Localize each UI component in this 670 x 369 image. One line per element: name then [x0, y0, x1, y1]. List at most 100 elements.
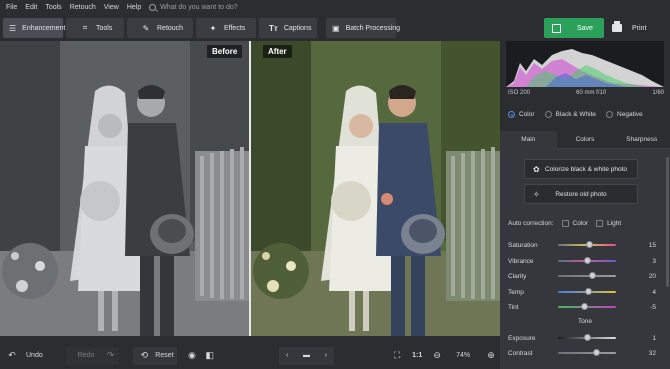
save-button[interactable]: Save	[544, 18, 604, 38]
slider-label: Contrast	[508, 349, 533, 357]
exif-info: ISO 200 60 mm f/10 1/60	[508, 90, 664, 96]
brush-icon: ✎	[142, 23, 150, 33]
tab-label: Enhancement	[22, 24, 66, 32]
printer-icon	[612, 21, 622, 32]
floppy-icon	[552, 23, 561, 33]
mode-black-white[interactable]: Black & White	[544, 111, 596, 118]
auto-correction-row: Auto correction: Color Light	[508, 220, 621, 227]
slider-value: 3	[652, 257, 656, 265]
vibrance-slider[interactable]: Vibrance 3	[508, 256, 662, 266]
clarity-slider[interactable]: Clarity 20	[508, 271, 662, 281]
preview-eye-icon[interactable]: ◉	[183, 347, 201, 365]
slider-track[interactable]	[558, 352, 616, 354]
slider-knob[interactable]	[584, 257, 592, 264]
saturation-slider[interactable]: Saturation 15	[508, 240, 662, 250]
tab-colors[interactable]: Colors	[556, 131, 614, 149]
slider-knob[interactable]	[583, 334, 591, 341]
fit-to-screen-icon[interactable]: ⛶	[388, 347, 406, 365]
zoom-level[interactable]: 74%	[456, 347, 470, 365]
menu-tools[interactable]: Tools	[41, 4, 65, 11]
color-mode-group: Color Black & White Negative	[508, 111, 653, 118]
command-search[interactable]: What do you want to do?	[149, 3, 238, 11]
slider-knob[interactable]	[593, 349, 601, 356]
slider-value: 1	[652, 334, 656, 342]
file-navigator: ‹ ▬ ›	[278, 346, 335, 365]
search-icon	[149, 3, 157, 11]
auto-color-checkbox[interactable]	[561, 220, 569, 227]
redo-label: Redo	[77, 352, 95, 359]
photo-canvas[interactable]: Before After	[0, 41, 500, 336]
colorize-button[interactable]: ✿ Colorize black & white photo	[524, 159, 638, 179]
tab-captions[interactable]: Tт Captions	[259, 18, 317, 38]
next-icon[interactable]: ›	[325, 352, 327, 359]
tab-retouch[interactable]: ✎ Retouch	[127, 18, 193, 38]
menu-view[interactable]: View	[100, 4, 123, 11]
colorize-label: Colorize black & white photo	[544, 165, 627, 173]
print-button[interactable]: Print	[612, 18, 646, 38]
menu-edit[interactable]: Edit	[21, 4, 41, 11]
redo-icon: ↷	[106, 350, 115, 360]
shutter-value: 1/60	[652, 90, 664, 96]
compare-view-icon[interactable]: ◧	[201, 347, 219, 365]
auto-color-label: Color	[572, 220, 589, 227]
tab-label: Captions	[283, 24, 312, 32]
undo-button[interactable]: ↶ Undo	[6, 347, 56, 365]
menu-file[interactable]: File	[2, 4, 21, 11]
slider-label: Saturation	[508, 241, 538, 249]
main-tab-body: ✿ Colorize black & white photo ✧ Restore…	[500, 149, 670, 369]
restore-label: Restore old photo	[555, 190, 607, 198]
after-photo: After	[251, 41, 500, 336]
slider-label: Exposure	[508, 334, 536, 342]
previous-icon[interactable]: ‹	[286, 352, 288, 359]
histogram-graph	[506, 49, 664, 87]
zoom-out-icon[interactable]: ⊖	[428, 347, 446, 365]
zoom-in-icon[interactable]: ⊕	[482, 347, 500, 365]
tab-enhancement[interactable]: ☰ Enhancement	[3, 18, 66, 38]
panel-scrollbar[interactable]	[666, 157, 669, 287]
histogram	[506, 41, 664, 87]
menu-retouch[interactable]: Retouch	[66, 4, 100, 11]
slider-knob[interactable]	[584, 288, 592, 295]
slider-knob[interactable]	[588, 272, 596, 279]
crop-icon: ⌗	[82, 23, 88, 32]
mode-label: Color	[519, 111, 535, 118]
batch-processing-button[interactable]: ▣ Batch Processing	[326, 18, 400, 38]
text-icon: Tт	[269, 23, 278, 33]
folder-icon[interactable]: ▬	[303, 352, 310, 359]
slider-knob[interactable]	[586, 241, 594, 248]
reset-button[interactable]: ⟲ Reset	[133, 346, 177, 365]
restore-photo-button[interactable]: ✧ Restore old photo	[524, 184, 638, 204]
redo-button[interactable]: Redo ↷	[65, 346, 120, 365]
slider-label: Clarity	[508, 272, 527, 280]
menu-help[interactable]: Help	[123, 4, 145, 11]
adjustments-panel: ISO 200 60 mm f/10 1/60 Color Black & Wh…	[500, 41, 670, 369]
tab-main[interactable]: Main	[500, 131, 557, 149]
auto-light-checkbox[interactable]	[596, 220, 604, 227]
tab-sharpness[interactable]: Sharpness	[613, 131, 670, 149]
undo-label: Undo	[26, 352, 43, 359]
tab-tools[interactable]: ⌗ Tools	[66, 18, 124, 38]
before-photo-illustration	[0, 41, 249, 336]
temp-slider[interactable]: Temp 4	[508, 287, 662, 297]
mode-negative[interactable]: Negative	[606, 111, 643, 118]
actual-size-button[interactable]: 1:1	[412, 347, 422, 365]
slider-label: Tint	[508, 303, 519, 311]
slider-track[interactable]	[558, 275, 616, 277]
tab-label: Effects	[224, 24, 246, 32]
slider-value: 4	[652, 288, 656, 296]
photo-editor-window: File Edit Tools Retouch View Help What d…	[0, 0, 670, 369]
slider-value: -5	[650, 303, 656, 311]
tint-slider[interactable]: Tint -5	[508, 302, 662, 312]
lens-value: 60 mm f/10	[576, 90, 607, 96]
undo-icon: ↶	[8, 350, 16, 360]
exposure-slider[interactable]: Exposure 1	[508, 333, 662, 343]
batch-icon: ▣	[332, 23, 340, 33]
contrast-slider[interactable]: Contrast 32	[508, 348, 662, 358]
mode-color[interactable]: Color	[508, 111, 535, 118]
slider-label: Temp	[508, 288, 524, 296]
palette-icon: ✿	[533, 164, 540, 174]
mode-label: Negative	[617, 111, 643, 118]
tab-effects[interactable]: ✦ Effects	[196, 18, 256, 38]
bottom-bar: ↶ Undo Redo ↷ ⟲ Reset ◉ ◧ ‹ ▬ › ⛶ 1:1 ⊖ …	[0, 342, 500, 369]
slider-knob[interactable]	[581, 303, 589, 310]
